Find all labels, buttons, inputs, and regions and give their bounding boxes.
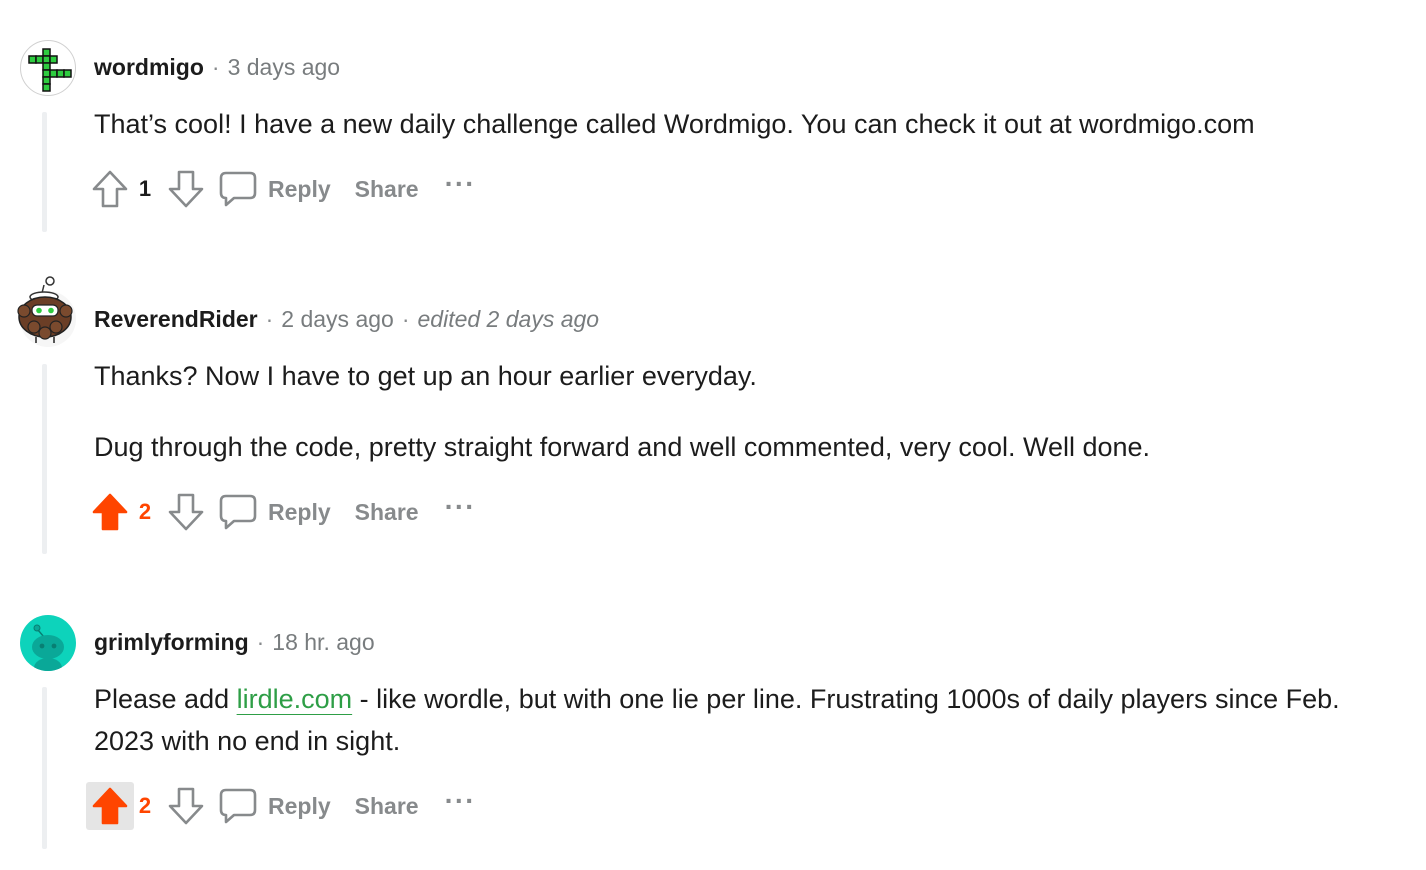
more-options-button[interactable]: ··· [445, 170, 476, 204]
author-name[interactable]: grimlyforming [94, 629, 249, 656]
comment-actions: 2 Reply Share ··· [86, 782, 476, 830]
author-name[interactable]: ReverendRider [94, 306, 258, 333]
comment-body: Please add lirdle.com - like wordle, but… [94, 678, 1344, 762]
comment-meta: ReverendRider · 2 days ago · edited 2 da… [94, 306, 599, 333]
timestamp[interactable]: 18 hr. ago [272, 629, 374, 656]
edited-timestamp: edited 2 days ago [417, 306, 600, 332]
separator-dot: · [256, 629, 265, 655]
avatar[interactable] [20, 615, 76, 671]
separator-dot: · [211, 54, 220, 80]
share-button[interactable]: Share [355, 793, 419, 820]
reply-button[interactable]: Reply [218, 492, 331, 532]
body-text: Please add [94, 684, 237, 714]
comment-paragraph: Dug through the code, pretty straight fo… [94, 432, 1151, 462]
reply-label: Reply [268, 175, 331, 202]
downvote-button[interactable] [162, 488, 210, 536]
reply-label: Reply [268, 792, 331, 819]
comment-meta: grimlyforming · 18 hr. ago [94, 629, 375, 656]
more-options-button[interactable]: ··· [445, 787, 476, 821]
timestamp[interactable]: 3 days ago [228, 54, 341, 81]
upvote-arrow-filled-icon [92, 787, 128, 825]
comment-paragraph: Thanks? Now I have to get up an hour ear… [94, 361, 757, 391]
vote-score: 2 [138, 499, 152, 524]
crossword-grid-icon [28, 48, 72, 92]
comment-paragraph: Please add lirdle.com - like wordle, but… [94, 678, 1344, 762]
upvote-arrow-icon [92, 170, 128, 208]
comment-body: Thanks? Now I have to get up an hour ear… [94, 355, 1394, 468]
author-name[interactable]: wordmigo [94, 54, 204, 81]
upvote-button[interactable] [86, 488, 134, 536]
teal-snoo-icon [32, 624, 64, 671]
timestamp[interactable]: 2 days ago [281, 306, 394, 333]
comment-bubble-icon [219, 171, 257, 207]
thread-line[interactable] [42, 687, 47, 849]
upvote-arrow-filled-icon [92, 493, 128, 531]
comment-meta: wordmigo · 3 days ago [94, 54, 340, 81]
upvote-button[interactable] [86, 782, 134, 830]
avatar[interactable] [20, 40, 76, 96]
separator-dot: · [401, 306, 410, 332]
reply-label: Reply [268, 498, 331, 525]
lirdle-link[interactable]: lirdle.com [237, 684, 353, 714]
comment-bubble-icon [219, 788, 257, 824]
comment-bubble-icon [219, 494, 257, 530]
downvote-arrow-icon [168, 493, 204, 531]
downvote-arrow-icon [168, 170, 204, 208]
comment-paragraph: That’s cool! I have a new daily challeng… [94, 109, 1255, 139]
share-button[interactable]: Share [355, 176, 419, 203]
downvote-button[interactable] [162, 782, 210, 830]
vote-score: 1 [138, 176, 152, 201]
separator-dot: · [265, 306, 274, 332]
vote-score: 2 [138, 793, 152, 818]
reply-button[interactable]: Reply [218, 169, 331, 209]
reply-button[interactable]: Reply [218, 786, 331, 826]
thread-line[interactable] [42, 364, 47, 554]
thread-line[interactable] [42, 112, 47, 232]
downvote-arrow-icon [168, 787, 204, 825]
comment-body: That’s cool! I have a new daily challeng… [94, 103, 1394, 145]
upvote-button[interactable] [86, 165, 134, 213]
comment-actions: 1 Reply Share ··· [86, 166, 476, 212]
bearded-snoo-icon [17, 276, 73, 343]
comment-actions: 2 Reply Share ··· [86, 489, 476, 535]
more-options-button[interactable]: ··· [445, 493, 476, 527]
share-button[interactable]: Share [355, 499, 419, 526]
avatar[interactable] [17, 276, 76, 347]
downvote-button[interactable] [162, 165, 210, 213]
